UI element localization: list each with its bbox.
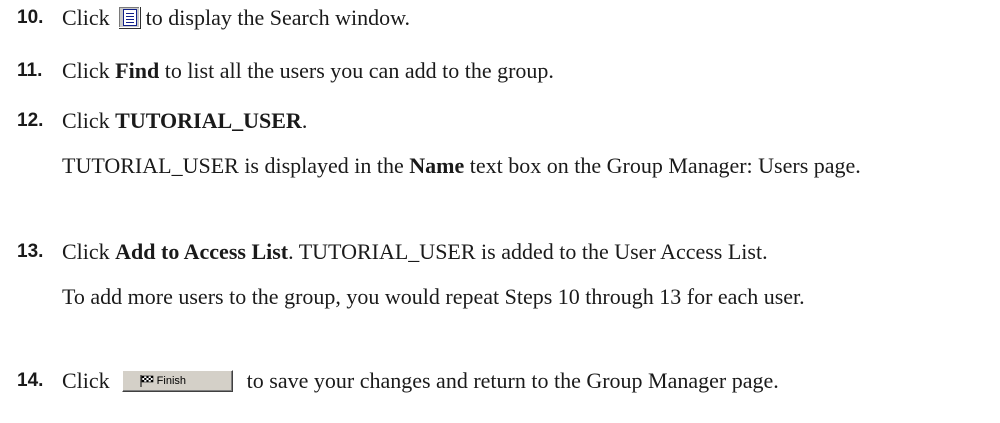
- step-number: 12.: [17, 110, 44, 131]
- step-13-note: To add more users to the group, you woul…: [62, 284, 805, 309]
- find-label: Find: [115, 58, 160, 83]
- tutorial-user-label: TUTORIAL_USER: [115, 108, 302, 133]
- instruction-document: 10. Click to display the Search window. 1…: [0, 0, 1000, 423]
- step-number: 11.: [17, 60, 43, 81]
- step-text: Click Find to list all the users you can…: [62, 58, 554, 83]
- finish-button[interactable]: Finish: [121, 370, 233, 392]
- step-number: 14.: [17, 370, 44, 391]
- step-text: Click TUTORIAL_USER.: [62, 108, 308, 133]
- search-window-icon[interactable]: [117, 6, 140, 28]
- name-label: Name: [409, 153, 465, 178]
- checkered-flag-icon: [140, 375, 153, 387]
- add-to-access-list-label: Add to Access List: [115, 239, 289, 264]
- step-12-note: TUTORIAL_USER is displayed in the Name t…: [62, 153, 861, 178]
- step-text: Click Finish to save your changes and retu…: [62, 368, 779, 393]
- step-text: Click Add to Access List. TUTORIAL_USER …: [62, 239, 768, 264]
- step-number: 13.: [17, 241, 44, 262]
- step-text: Click to display the Search window.: [62, 5, 411, 30]
- finish-button-label: Finish: [156, 375, 187, 387]
- step-number: 10.: [17, 7, 44, 28]
